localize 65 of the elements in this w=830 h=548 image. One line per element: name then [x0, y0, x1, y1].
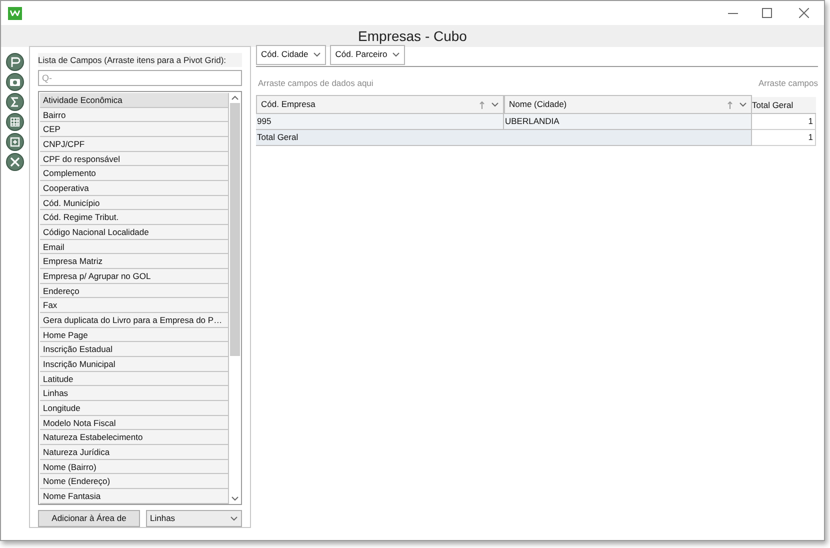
row-header[interactable]: Cód. Empresa	[256, 95, 504, 114]
field-item[interactable]: Natureza Jurídica	[40, 445, 229, 460]
field-item[interactable]: Cooperativa	[40, 181, 229, 196]
table-cell: Total Geral	[256, 130, 752, 146]
scroll-thumb[interactable]	[230, 103, 240, 356]
field-item[interactable]: CEP	[40, 122, 229, 138]
field-item[interactable]: Longitude	[40, 401, 229, 416]
filter-field-button[interactable]: Cód. Parceiro	[330, 44, 406, 64]
field-item[interactable]: CNPJ/CPF	[40, 137, 229, 152]
column-area-hint: Arraste campos	[758, 76, 818, 90]
sum-icon[interactable]	[6, 93, 24, 111]
column-header: Total Geral	[752, 97, 816, 114]
field-item[interactable]: Bairro	[40, 108, 229, 122]
export-icon[interactable]	[6, 133, 24, 151]
filter-field-button[interactable]: Cód. Cidade	[256, 44, 326, 64]
table-cell: UBERLANDIA	[504, 114, 752, 130]
field-item[interactable]: Home Page	[40, 328, 229, 342]
app-logo-icon	[8, 6, 22, 20]
field-item[interactable]: Inscrição Municipal	[40, 357, 229, 372]
add-to-area-button[interactable]: Adicionar à Área de	[38, 510, 140, 527]
maximize-icon	[762, 8, 772, 18]
field-item[interactable]: Empresa Matriz	[40, 254, 229, 270]
field-item[interactable]: Nome (Endereço)	[40, 474, 229, 490]
table-cell: 1	[752, 130, 816, 146]
window-title: Empresas - Cubo	[358, 26, 467, 46]
field-item[interactable]: Nome Fantasia	[40, 489, 229, 504]
table-cell: 1	[752, 114, 816, 130]
field-item[interactable]: Cód. Município	[40, 196, 229, 210]
field-item[interactable]: Inscrição Estadual	[40, 342, 229, 358]
table-cell: 995	[256, 114, 504, 130]
search-field[interactable]: Q-	[38, 70, 242, 86]
field-item[interactable]: Atividade Econômica	[40, 93, 229, 108]
data-area-hint: Arraste campos de dados aqui	[258, 76, 374, 90]
field-item[interactable]: Nome (Bairro)	[40, 460, 229, 474]
field-item[interactable]: Modelo Nota Fiscal	[40, 416, 229, 430]
scroll-up-icon	[231, 95, 239, 100]
field-item[interactable]: Cód. Regime Tribut.	[40, 210, 229, 226]
chevron-down-icon	[230, 516, 238, 521]
chevron-down-icon	[491, 102, 499, 107]
scroll-down-icon	[231, 496, 239, 501]
row-header[interactable]: Nome (Cidade)	[504, 95, 752, 114]
area-dropdown[interactable]: Linhas	[146, 510, 242, 527]
chevron-down-icon	[313, 52, 322, 57]
grid-icon[interactable]	[6, 113, 24, 131]
field-item[interactable]: Linhas	[40, 386, 229, 402]
field-list-label: Lista de Campos (Arraste itens para a Pivot Grid):	[38, 53, 242, 67]
field-item[interactable]: Complemento	[40, 166, 229, 182]
sort-arrow-icon	[479, 100, 485, 108]
field-item[interactable]: Natureza Estabelecimento	[40, 430, 229, 446]
field-item[interactable]: CPF do responsável	[40, 152, 229, 166]
field-item[interactable]: Fax	[40, 298, 229, 314]
field-item[interactable]: Latitude	[40, 372, 229, 386]
camera-icon[interactable]	[6, 73, 24, 91]
report-icon[interactable]	[6, 53, 24, 71]
field-item[interactable]: Endereço	[40, 284, 229, 298]
field-item[interactable]: Email	[40, 240, 229, 254]
field-item[interactable]: Gera duplicata do Livro para a Empresa do P…	[40, 313, 229, 328]
field-item[interactable]: Empresa p/ Agrupar no GOL	[40, 269, 229, 284]
minimize-icon	[728, 12, 738, 14]
field-item[interactable]: Código Nacional Localidade	[40, 225, 229, 240]
chevron-down-icon	[739, 102, 747, 107]
sort-arrow-icon	[727, 100, 733, 108]
cross-icon[interactable]	[6, 153, 24, 171]
close-icon	[799, 8, 809, 18]
chevron-down-icon	[392, 52, 400, 57]
